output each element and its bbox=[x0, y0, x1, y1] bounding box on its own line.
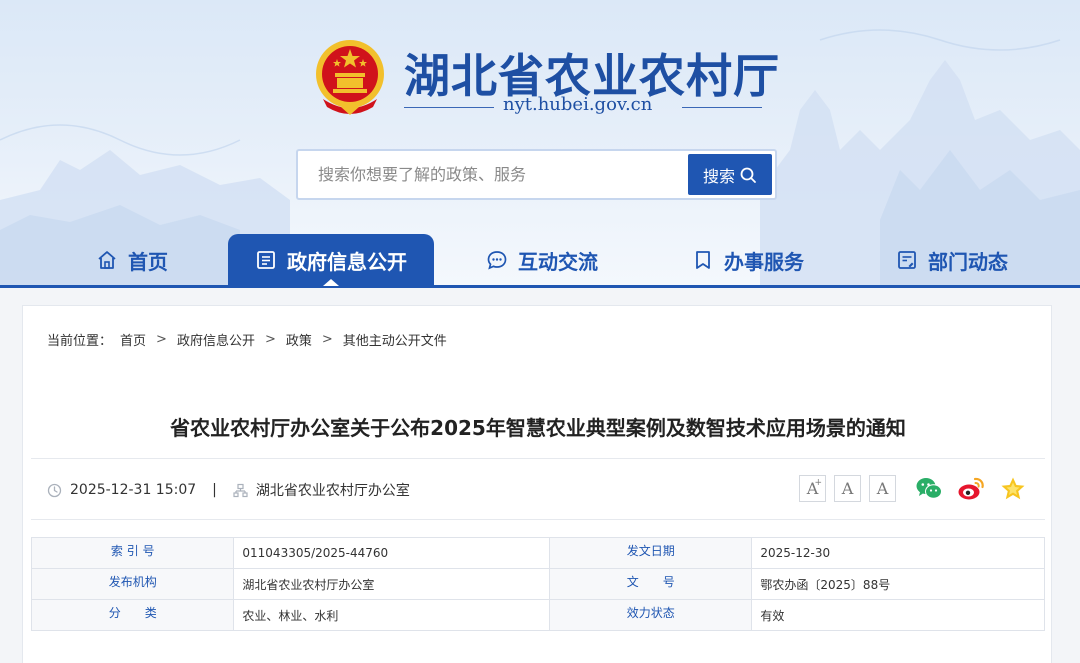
document-icon bbox=[257, 251, 275, 269]
info-value: 鄂农办函〔2025〕88号 bbox=[751, 568, 1045, 600]
main-nav: 首页 政府信息公开 互动交流 办事服务 部门动态 bbox=[0, 234, 1080, 286]
national-emblem-icon bbox=[316, 40, 384, 115]
info-value: 011043305/2025-44760 bbox=[233, 537, 550, 569]
info-key: 发布机构 bbox=[30, 568, 235, 600]
info-value: 湖北省农业农村厅办公室 bbox=[233, 568, 550, 600]
info-key: 索 引 号 bbox=[30, 537, 235, 569]
breadcrumb-prefix: 当前位置： bbox=[47, 334, 113, 349]
breadcrumb-separator: > bbox=[264, 332, 276, 347]
article-title: 省农业农村厅办公室关于公布2025年智慧农业典型案例及数智技术应用场景的通知 bbox=[170, 416, 906, 440]
table-row: 分 类 农业、林业、水利 效力状态 有效 bbox=[30, 599, 1045, 631]
info-key: 效力状态 bbox=[548, 599, 753, 631]
wechat-icon[interactable] bbox=[915, 476, 943, 502]
document-info-table: 索 引 号 011043305/2025-44760 发文日期 2025-12-… bbox=[30, 537, 1045, 631]
article-meta-bar: 2025-12-31 15:07 | 湖北省农业农村厅办公室 A + A A bbox=[31, 458, 1045, 520]
nav-underline bbox=[0, 285, 1080, 288]
info-value: 有效 bbox=[751, 599, 1045, 631]
info-key: 分 类 bbox=[30, 599, 235, 631]
nav-item-label: 首页 bbox=[128, 249, 168, 274]
meta-divider: | bbox=[212, 482, 217, 498]
search-button-label: 搜索 bbox=[702, 166, 735, 186]
search-box: 搜索 bbox=[296, 149, 777, 200]
breadcrumb-separator: > bbox=[156, 332, 167, 347]
domain-line-right bbox=[682, 107, 762, 108]
search-icon bbox=[740, 167, 756, 183]
font-decrease-button[interactable]: A bbox=[869, 475, 896, 502]
nav-item-services[interactable]: 办事服务 bbox=[668, 234, 828, 286]
weibo-icon[interactable] bbox=[957, 476, 985, 502]
share-bar bbox=[915, 476, 1027, 502]
organization-icon bbox=[233, 483, 248, 497]
breadcrumb-separator: > bbox=[321, 332, 333, 347]
info-key: 发文日期 bbox=[548, 537, 753, 569]
info-key: 文 号 bbox=[548, 568, 753, 600]
article-datetime: 2025-12-31 15:07 bbox=[70, 482, 197, 498]
nav-item-interaction[interactable]: 互动交流 bbox=[462, 234, 622, 286]
info-value: 2025-12-30 bbox=[751, 537, 1045, 569]
news-icon bbox=[898, 251, 916, 269]
article-meta: 2025-12-31 15:07 | 湖北省农业农村厅办公室 bbox=[47, 459, 410, 521]
font-default-button[interactable]: A bbox=[834, 475, 861, 502]
font-increase-button[interactable]: A + bbox=[799, 475, 826, 502]
article-source: 湖北省农业农村厅办公室 bbox=[255, 483, 410, 499]
breadcrumb-link-gov-info[interactable]: 政府信息公开 bbox=[177, 330, 255, 349]
bookmark-icon bbox=[696, 251, 710, 269]
breadcrumb: 当前位置： 首页 > 政府信息公开 > 政策 > 其他主动公开文件 bbox=[47, 330, 447, 349]
nav-item-label: 办事服务 bbox=[724, 249, 804, 274]
info-value: 农业、林业、水利 bbox=[233, 599, 550, 631]
font-increase-mark: + bbox=[814, 478, 822, 488]
breadcrumb-link-other-files[interactable]: 其他主动公开文件 bbox=[343, 330, 447, 349]
nav-active-indicator bbox=[323, 279, 339, 286]
search-input[interactable] bbox=[302, 155, 692, 194]
chat-icon bbox=[487, 251, 507, 270]
nav-item-dept-news[interactable]: 部门动态 bbox=[872, 234, 1032, 286]
table-row: 索 引 号 011043305/2025-44760 发文日期 2025-12-… bbox=[30, 537, 1045, 569]
site-domain: nyt.hubei.gov.cn bbox=[503, 94, 653, 115]
nav-item-label: 政府信息公开 bbox=[287, 249, 407, 274]
nav-item-label: 互动交流 bbox=[518, 249, 598, 274]
font-decrease-label: A bbox=[876, 479, 889, 498]
breadcrumb-link-home[interactable]: 首页 bbox=[120, 330, 146, 349]
nav-item-home[interactable]: 首页 bbox=[62, 234, 202, 286]
search-button[interactable]: 搜索 bbox=[688, 154, 772, 195]
article-card: 当前位置： 首页 > 政府信息公开 > 政策 > 其他主动公开文件 省农业农村厅… bbox=[22, 305, 1052, 663]
font-size-controls: A + A A bbox=[799, 475, 896, 502]
favorite-star-icon[interactable] bbox=[999, 476, 1027, 502]
nav-item-label: 部门动态 bbox=[928, 249, 1008, 274]
table-row: 发布机构 湖北省农业农村厅办公室 文 号 鄂农办函〔2025〕88号 bbox=[30, 568, 1045, 600]
domain-line-left bbox=[404, 107, 494, 108]
breadcrumb-link-policy[interactable]: 政策 bbox=[286, 330, 312, 349]
home-icon bbox=[98, 251, 116, 269]
font-default-label: A bbox=[841, 479, 854, 498]
clock-icon bbox=[47, 483, 62, 497]
